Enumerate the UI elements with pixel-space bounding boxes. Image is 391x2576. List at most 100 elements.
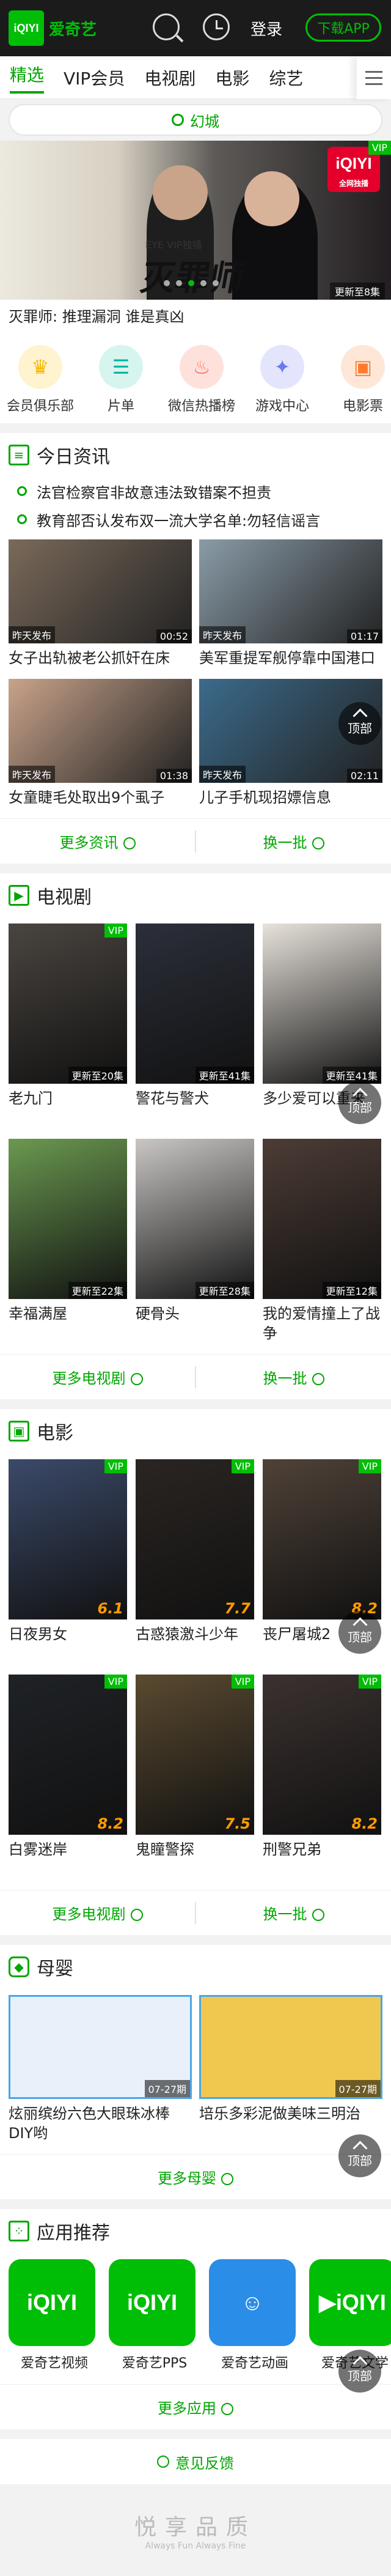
quick-link-item[interactable]: ♛ 会员俱乐部: [0, 345, 81, 417]
back-to-top-button[interactable]: 顶部: [338, 2134, 381, 2177]
news-item-title[interactable]: 美军重提军舰停靠中国港口: [199, 643, 382, 673]
news-item-title[interactable]: 女子出轨被老公抓奸在床: [9, 643, 192, 673]
tv-item-title[interactable]: 幸福满屋: [9, 1299, 127, 1348]
carousel-dots[interactable]: [164, 280, 219, 286]
back-to-top-button[interactable]: 顶部: [338, 2350, 381, 2393]
tv-item[interactable]: VIP 更新至20集 老九门: [9, 923, 127, 1133]
quick-link-item[interactable]: ▣ 电影票: [323, 345, 391, 417]
movie-item-title[interactable]: 日夜男女: [9, 1619, 127, 1668]
baby-thumbnail[interactable]: 07-27期: [9, 1995, 192, 2099]
tv-item-title[interactable]: 硬骨头: [136, 1299, 254, 1348]
movie-item-title[interactable]: 古惑猿激斗少年: [136, 1619, 254, 1668]
movie-item[interactable]: VIP 7.7 古惑猿激斗少年: [136, 1459, 254, 1668]
tv-poster[interactable]: 更新至28集: [136, 1139, 254, 1299]
movie-item[interactable]: VIP 8.2 刑警兄弟: [263, 1675, 381, 1884]
login-link[interactable]: 登录: [250, 17, 282, 40]
tv-item[interactable]: 更新至28集 硬骨头: [136, 1139, 254, 1348]
app-icon[interactable]: iQIYI: [109, 2259, 196, 2346]
search-icon[interactable]: [153, 13, 180, 40]
feedback-link[interactable]: 意见反馈: [0, 2439, 391, 2484]
tv-item-title[interactable]: 警花与警犬: [136, 1084, 254, 1133]
tv-poster[interactable]: 更新至12集: [263, 1139, 381, 1299]
movie-poster[interactable]: VIP 7.7: [136, 1459, 254, 1619]
movie-poster[interactable]: VIP 6.1: [9, 1459, 127, 1619]
search-input[interactable]: 幻城: [9, 104, 382, 136]
vip-badge: VIP: [104, 923, 127, 938]
baby-item-title[interactable]: 培乐多彩泥做美味三明治: [199, 2099, 382, 2128]
history-icon[interactable]: [203, 13, 230, 40]
tv-item[interactable]: 更新至22集 幸福满屋: [9, 1139, 127, 1348]
more-apps-link[interactable]: 更多应用: [0, 2396, 391, 2418]
duration-label: 02:11: [346, 769, 382, 783]
tv-item-title[interactable]: 老九门: [9, 1084, 127, 1133]
movie-item-title[interactable]: 鬼瞳警探: [136, 1835, 254, 1884]
more-tv-link[interactable]: 更多电视剧: [0, 1366, 195, 1388]
more-movie-link[interactable]: 更多电视剧: [0, 1902, 195, 1923]
tv-item[interactable]: 更新至12集 我的爱情撞上了战争: [263, 1139, 381, 1348]
app-item[interactable]: ☺ 爱奇艺动画: [209, 2259, 301, 2372]
app-item[interactable]: iQIYI 爱奇艺PPS: [109, 2259, 200, 2372]
duration-label: 00:52: [156, 629, 192, 643]
news-thumbnail[interactable]: 昨天发布 01:38: [9, 679, 192, 783]
tab-featured[interactable]: 精选: [10, 62, 44, 94]
download-app-button[interactable]: 下载APP: [305, 13, 381, 42]
baby-item[interactable]: 07-27期 炫丽缤纷六色大眼珠冰棒DIY哟: [9, 1995, 192, 2148]
news-thumbnail[interactable]: 昨天发布 01:17: [199, 539, 382, 643]
banner-subtitle: EYE VIP独播: [145, 239, 202, 251]
refresh-button[interactable]: 换一批: [196, 831, 391, 852]
tab-tv[interactable]: 电视剧: [144, 65, 196, 90]
tab-variety[interactable]: 综艺: [269, 65, 303, 90]
baby-item-title[interactable]: 炫丽缤纷六色大眼珠冰棒DIY哟: [9, 2099, 192, 2148]
arrow-right-icon: [221, 2403, 233, 2415]
menu-icon[interactable]: [357, 56, 391, 99]
tv-item[interactable]: 更新至41集 警花与警犬: [136, 923, 254, 1133]
movie-poster[interactable]: VIP 8.2: [9, 1675, 127, 1835]
back-to-top-button[interactable]: 顶部: [338, 1611, 381, 1654]
news-item[interactable]: 昨天发布 01:17 美军重提军舰停靠中国港口: [199, 539, 382, 673]
news-headline[interactable]: 教育部否认发布双一流大学名单:勿轻信谣言: [0, 505, 391, 533]
back-to-top-button[interactable]: 顶部: [338, 702, 381, 745]
app-icon[interactable]: ▶iQIYI: [309, 2259, 391, 2346]
news-item-title[interactable]: 女童睫毛处取出9个虱子: [9, 783, 192, 812]
more-news-link[interactable]: 更多资讯: [0, 831, 195, 852]
tv-poster[interactable]: 更新至22集: [9, 1139, 127, 1299]
app-icon[interactable]: ☺: [209, 2259, 296, 2346]
movie-poster[interactable]: VIP 8.2: [263, 1459, 381, 1619]
banner-caption[interactable]: 灭罪师: 推理漏洞 谁是真凶: [0, 300, 391, 331]
movie-item-title[interactable]: 刑警兄弟: [263, 1835, 381, 1884]
quick-link-item[interactable]: ✦ 游戏中心: [242, 345, 323, 417]
baby-item[interactable]: 07-27期 培乐多彩泥做美味三明治: [199, 1995, 382, 2148]
tab-vip[interactable]: VIP会员: [64, 65, 125, 90]
news-item-title[interactable]: 儿子手机现招嫖信息: [199, 783, 382, 812]
movie-item[interactable]: VIP 8.2 白雾迷岸: [9, 1675, 127, 1884]
news-item[interactable]: 昨天发布 02:11 儿子手机现招嫖信息: [199, 679, 382, 812]
movie-item-title[interactable]: 白雾迷岸: [9, 1835, 127, 1884]
news-thumbnail[interactable]: 昨天发布 00:52: [9, 539, 192, 643]
quick-link-item[interactable]: ☰ 片单: [81, 345, 161, 417]
tv-item-title[interactable]: 我的爱情撞上了战争: [263, 1299, 381, 1348]
more-baby-link[interactable]: 更多母婴: [0, 2166, 391, 2188]
movie-poster[interactable]: VIP 8.2: [263, 1675, 381, 1835]
movie-item[interactable]: VIP 6.1 日夜男女: [9, 1459, 127, 1668]
banner[interactable]: EYE VIP独播 灭罪师 iQIYI 全网独播 VIP 更新至8集: [0, 141, 391, 300]
movie-poster[interactable]: VIP 7.5: [136, 1675, 254, 1835]
app-icon[interactable]: iQIYI: [9, 2259, 95, 2346]
publish-tag: 昨天发布: [199, 626, 246, 643]
tv-poster[interactable]: VIP 更新至20集: [9, 923, 127, 1084]
quick-link-item[interactable]: ♨ 微信热播榜: [161, 345, 242, 417]
logo[interactable]: iQIYI 爱奇艺: [9, 10, 97, 46]
movie-item[interactable]: VIP 7.5 鬼瞳警探: [136, 1675, 254, 1884]
baby-thumbnail[interactable]: 07-27期: [199, 1995, 382, 2099]
tab-movie[interactable]: 电影: [215, 65, 249, 90]
tv-poster[interactable]: 更新至41集: [136, 923, 254, 1084]
more-row: 更多母婴: [0, 2154, 391, 2199]
tv-poster[interactable]: 更新至41集: [263, 923, 381, 1084]
news-item[interactable]: 昨天发布 01:38 女童睫毛处取出9个虱子: [9, 679, 192, 812]
refresh-button[interactable]: 换一批: [196, 1366, 391, 1388]
app-item[interactable]: iQIYI 爱奇艺视频: [9, 2259, 100, 2372]
back-to-top-button[interactable]: 顶部: [338, 1081, 381, 1124]
news-headline[interactable]: 法官检察官非故意违法致错案不担责: [0, 477, 391, 505]
banner-face-right: [244, 171, 299, 226]
news-item[interactable]: 昨天发布 00:52 女子出轨被老公抓奸在床: [9, 539, 192, 673]
refresh-button[interactable]: 换一批: [196, 1902, 391, 1923]
